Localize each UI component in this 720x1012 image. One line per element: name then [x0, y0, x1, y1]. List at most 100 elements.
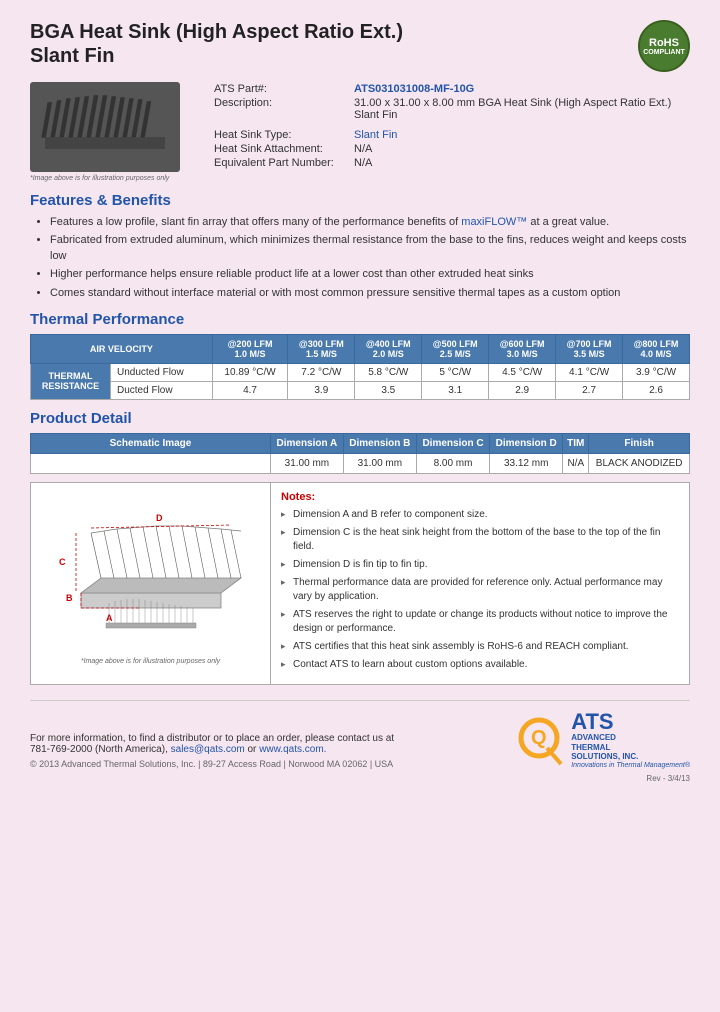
product-info-section: *Image above is for illustration purpose…: [30, 82, 690, 182]
product-title: BGA Heat Sink (High Aspect Ratio Ext.) S…: [30, 20, 403, 68]
attachment-value: N/A: [350, 142, 690, 156]
tim-val: N/A: [563, 453, 589, 473]
rohs-badge: RoHS COMPLIANT: [638, 20, 690, 72]
dimensions-header-table: Schematic Image Dimension A Dimension B …: [30, 433, 690, 474]
product-detail-title: Product Detail: [30, 410, 690, 427]
dim-c-header: Dimension C: [416, 433, 489, 453]
col3-header: @400 LFM2.0 M/S: [355, 334, 422, 363]
ats-tagline: Innovations in Thermal Management®: [571, 762, 690, 769]
col5-header: @600 LFM3.0 M/S: [489, 334, 556, 363]
footer-section: For more information, to find a distribu…: [30, 700, 690, 769]
product-detail-section: Product Detail Schematic Image Dimension…: [30, 410, 690, 685]
schematic-drawing: A B C D: [51, 493, 251, 653]
website-link[interactable]: www.qats.com.: [259, 744, 326, 755]
header-section: BGA Heat Sink (High Aspect Ratio Ext.) S…: [30, 20, 690, 72]
air-velocity-header: AIR VELOCITY: [31, 334, 213, 363]
maxiflow-link[interactable]: maxiFLOW™: [461, 216, 527, 228]
q-logo-icon: Q: [513, 714, 565, 766]
thermal-table: AIR VELOCITY @200 LFM1.0 M/S @300 LFM1.5…: [30, 334, 690, 400]
detail-section: A B C D: [30, 482, 690, 685]
ats-full-name: ADVANCEDTHERMALSOLUTIONS, INC.: [571, 733, 690, 762]
svg-text:B: B: [66, 593, 73, 603]
finish-header: Finish: [589, 433, 690, 453]
part-label: ATS Part#:: [210, 82, 350, 96]
schematic-cell: [31, 453, 271, 473]
dim-b-header: Dimension B: [343, 433, 416, 453]
dim-c-val: 8.00 mm: [416, 453, 489, 473]
ducted-val-5: 2.7: [556, 381, 623, 399]
heat-sink-type-label: Heat Sink Type:: [210, 128, 350, 142]
thermal-resistance-label: THERMAL RESISTANCE: [31, 363, 111, 399]
note-item: Thermal performance data are provided fo…: [281, 576, 679, 604]
svg-text:A: A: [106, 613, 113, 623]
ducted-val-3: 3.1: [422, 381, 489, 399]
notes-label: Notes:: [281, 491, 679, 503]
product-specs: ATS Part#: ATS031031008-MF-10G Descripti…: [210, 82, 690, 170]
features-list: Features a low profile, slant fin array …: [30, 215, 690, 301]
description-label: Description:: [210, 96, 350, 122]
ats-logo-text: ATS ADVANCEDTHERMALSOLUTIONS, INC. Innov…: [571, 711, 690, 769]
unducted-val-6: 3.9 °C/W: [623, 363, 690, 381]
list-item: Higher performance helps ensure reliable…: [50, 267, 690, 282]
ducted-label: Ducted Flow: [111, 381, 213, 399]
note-item: Dimension D is fin tip to fin tip.: [281, 558, 679, 572]
features-title: Features & Benefits: [30, 192, 690, 209]
dim-d-val: 33.12 mm: [490, 453, 563, 473]
thermal-section: Thermal Performance AIR VELOCITY @200 LF…: [30, 311, 690, 400]
tim-header: TIM: [563, 433, 589, 453]
col6-header: @700 LFM3.5 M/S: [556, 334, 623, 363]
unducted-label: Unducted Flow: [111, 363, 213, 381]
list-item: Comes standard without interface materia…: [50, 286, 690, 301]
schematic-column: A B C D: [31, 483, 271, 684]
note-item: Dimension A and B refer to component siz…: [281, 508, 679, 522]
unducted-val-0: 10.89 °C/W: [212, 363, 288, 381]
ducted-val-6: 2.6: [623, 381, 690, 399]
ducted-val-1: 3.9: [288, 381, 355, 399]
note-item: ATS reserves the right to update or chan…: [281, 608, 679, 636]
note-item: ATS certifies that this heat sink assemb…: [281, 640, 679, 654]
product-image-box: [30, 82, 180, 172]
description-value: 31.00 x 31.00 x 8.00 mm BGA Heat Sink (H…: [350, 96, 690, 122]
dim-b-val: 31.00 mm: [343, 453, 416, 473]
ducted-val-2: 3.5: [355, 381, 422, 399]
ducted-val-0: 4.7: [212, 381, 288, 399]
col7-header: @800 LFM4.0 M/S: [623, 334, 690, 363]
equiv-part-label: Equivalent Part Number:: [210, 156, 350, 170]
email-link[interactable]: sales@qats.com: [171, 744, 245, 755]
col2-header: @300 LFM1.5 M/S: [288, 334, 355, 363]
page-title: BGA Heat Sink (High Aspect Ratio Ext.) S…: [30, 20, 403, 68]
product-image-area: *Image above is for illustration purpose…: [30, 82, 190, 182]
note-item: Dimension C is the heat sink height from…: [281, 526, 679, 554]
features-section: Features & Benefits Features a low profi…: [30, 192, 690, 301]
image-caption: *Image above is for illustration purpose…: [30, 175, 190, 182]
list-item: Features a low profile, slant fin array …: [50, 215, 690, 230]
footer-left: For more information, to find a distribu…: [30, 733, 513, 769]
heat-sink-type-value: Slant Fin: [350, 128, 690, 142]
spec-table: ATS Part#: ATS031031008-MF-10G Descripti…: [210, 82, 690, 170]
svg-text:C: C: [59, 557, 66, 567]
col4-header: @500 LFM2.5 M/S: [422, 334, 489, 363]
note-item: Contact ATS to learn about custom option…: [281, 658, 679, 672]
ducted-val-4: 2.9: [489, 381, 556, 399]
unducted-val-4: 4.5 °C/W: [489, 363, 556, 381]
dim-a-header: Dimension A: [271, 433, 344, 453]
schematic-col-header: Schematic Image: [31, 433, 271, 453]
equiv-part-value: N/A: [350, 156, 690, 170]
page-number: Rev - 3/4/13: [30, 774, 690, 783]
thermal-title: Thermal Performance: [30, 311, 690, 328]
unducted-val-5: 4.1 °C/W: [556, 363, 623, 381]
notes-column: Notes: Dimension A and B refer to compon…: [271, 483, 689, 684]
dim-d-header: Dimension D: [490, 433, 563, 453]
list-item: Fabricated from extruded aluminum, which…: [50, 233, 690, 264]
footer-copyright: © 2013 Advanced Thermal Solutions, Inc. …: [30, 759, 513, 769]
schematic-caption: *Image above is for illustration purpose…: [81, 658, 220, 665]
ats-acronym: ATS: [571, 711, 690, 733]
footer-logo: Q ATS ADVANCEDTHERMALSOLUTIONS, INC. Inn…: [513, 711, 690, 769]
svg-text:D: D: [156, 513, 163, 523]
part-number-value: ATS031031008-MF-10G: [350, 82, 690, 96]
finish-val: BLACK ANODIZED: [589, 453, 690, 473]
unducted-val-2: 5.8 °C/W: [355, 363, 422, 381]
heatsink-illustration: [35, 87, 175, 167]
svg-text:Q: Q: [531, 727, 547, 749]
footer-contact: For more information, to find a distribu…: [30, 733, 513, 755]
